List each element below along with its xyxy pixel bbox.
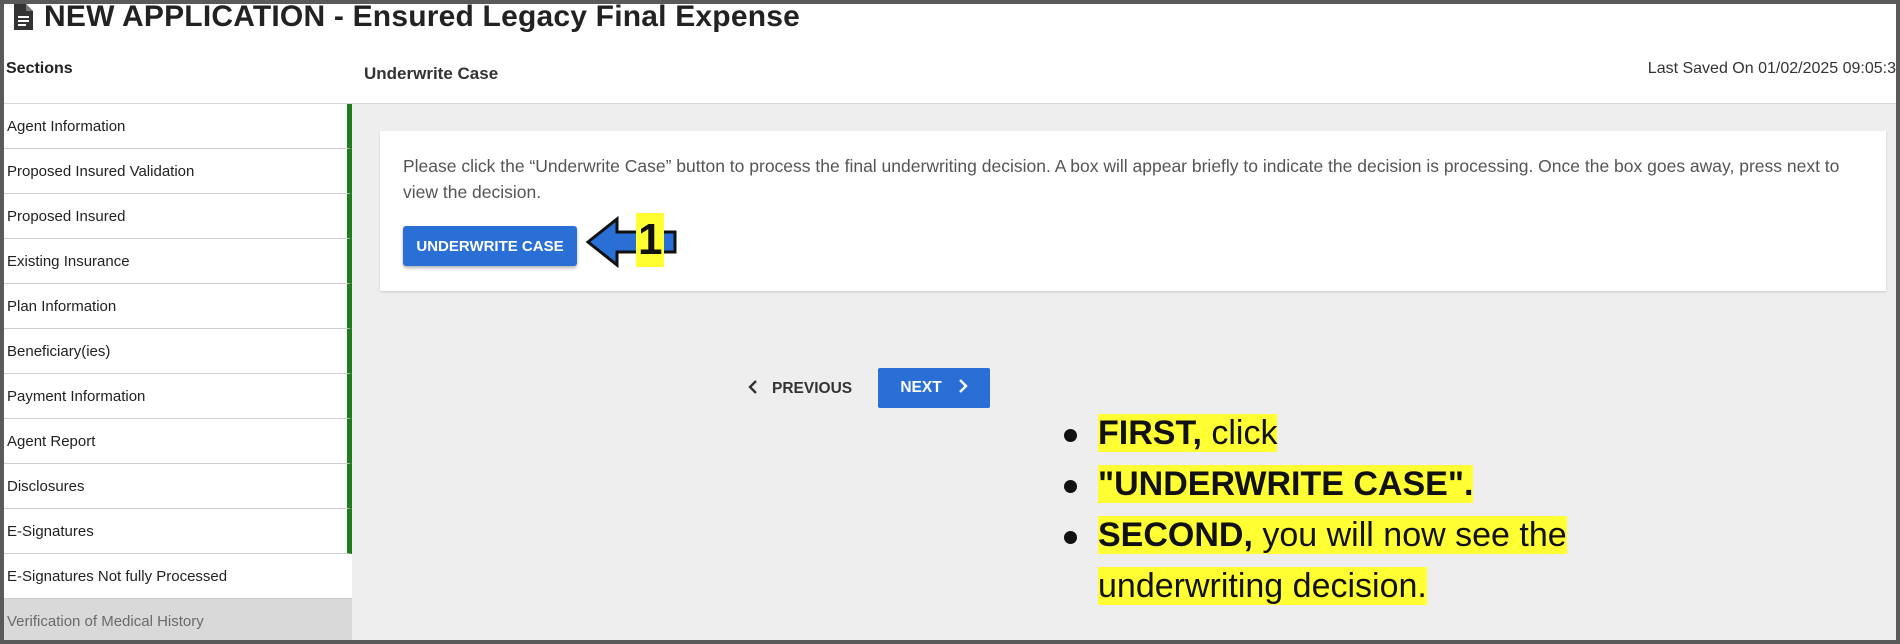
tutorial-bullet-second: SECOND, you will now see the underwritin… <box>1052 510 1652 612</box>
tutorial-bullet-first: FIRST, click <box>1052 408 1652 459</box>
sidebar-item-disclosures[interactable]: Disclosures <box>4 464 352 509</box>
sidebar-item-e-signatures[interactable]: E-Signatures <box>4 509 352 554</box>
sidebar-title: Sections <box>4 34 352 104</box>
sidebar-item-existing-insurance[interactable]: Existing Insurance <box>4 239 352 284</box>
sidebar-item-proposed-insured-validation[interactable]: Proposed Insured Validation <box>4 149 352 194</box>
sidebar-item-agent-report[interactable]: Agent Report <box>4 419 352 464</box>
sidebar-item-plan-information[interactable]: Plan Information <box>4 284 352 329</box>
tutorial-bullet-button: "UNDERWRITE CASE". <box>1052 459 1652 510</box>
main-content: Underwrite Case Last Saved On 01/02/2025… <box>352 34 1896 640</box>
sidebar-item-payment-information[interactable]: Payment Information <box>4 374 352 419</box>
sidebar-item-label: E-Signatures <box>7 522 94 540</box>
sidebar-item-label: E-Signatures Not fully Processed <box>7 567 228 585</box>
sidebar-item-label: Plan Information <box>7 297 117 315</box>
underwrite-case-button[interactable]: UNDERWRITE CASE <box>403 226 577 266</box>
bullet-dot <box>1064 531 1077 544</box>
sidebar-item-label: Proposed Insured <box>7 207 126 225</box>
tutorial-instructions: FIRST, click "UNDERWRITE CASE". SECOND, … <box>1052 408 1652 612</box>
main-header: Underwrite Case Last Saved On 01/02/2025… <box>352 34 1896 104</box>
sidebar-item-agent-information[interactable]: Agent Information <box>4 104 352 149</box>
app-title: NEW APPLICATION - Ensured Legacy Final E… <box>44 0 801 33</box>
underwrite-instructions: Please click the “Underwrite Case” butto… <box>403 156 1840 202</box>
bullet-dot <box>1064 480 1077 493</box>
sidebar-item-label: Existing Insurance <box>7 252 130 270</box>
chevron-left-icon <box>748 379 758 399</box>
sidebar-item-label: Payment Information <box>7 387 146 405</box>
chevron-right-icon <box>958 378 968 398</box>
sidebar-item-label: Disclosures <box>7 477 85 495</box>
sidebar-item-e-signatures-not-fully-processed[interactable]: E-Signatures Not fully Processed <box>4 554 352 599</box>
sidebar-item-verification-of-medical-history: Verification of Medical History <box>4 599 352 644</box>
sidebar-item-proposed-insured[interactable]: Proposed Insured <box>4 194 352 239</box>
sidebar-item-label: Beneficiary(ies) <box>7 342 111 360</box>
sidebar-list: Agent Information Proposed Insured Valid… <box>4 104 352 644</box>
sidebar-item-label: Agent Information <box>7 117 126 135</box>
last-saved-timestamp: Last Saved On 01/02/2025 09:05:3 <box>1647 60 1896 77</box>
previous-button[interactable]: PREVIOUS <box>742 369 858 409</box>
sidebar-item-label: Agent Report <box>7 432 96 450</box>
sidebar-item-beneficiaries[interactable]: Beneficiary(ies) <box>4 329 352 374</box>
app-header: NEW APPLICATION - Ensured Legacy Final E… <box>4 0 1896 34</box>
section-title: Underwrite Case <box>364 64 499 83</box>
previous-label: PREVIOUS <box>772 380 853 397</box>
annotation-step-number: 1 <box>636 213 665 267</box>
sidebar-item-label: Proposed Insured Validation <box>7 162 195 180</box>
document-icon <box>8 1 38 33</box>
sections-sidebar: Sections Agent Information Proposed Insu… <box>4 34 352 644</box>
next-button[interactable]: NEXT <box>878 368 990 408</box>
bullet-dot <box>1064 429 1077 442</box>
next-label: NEXT <box>900 379 942 396</box>
sidebar-item-label: Verification of Medical History <box>7 612 204 630</box>
